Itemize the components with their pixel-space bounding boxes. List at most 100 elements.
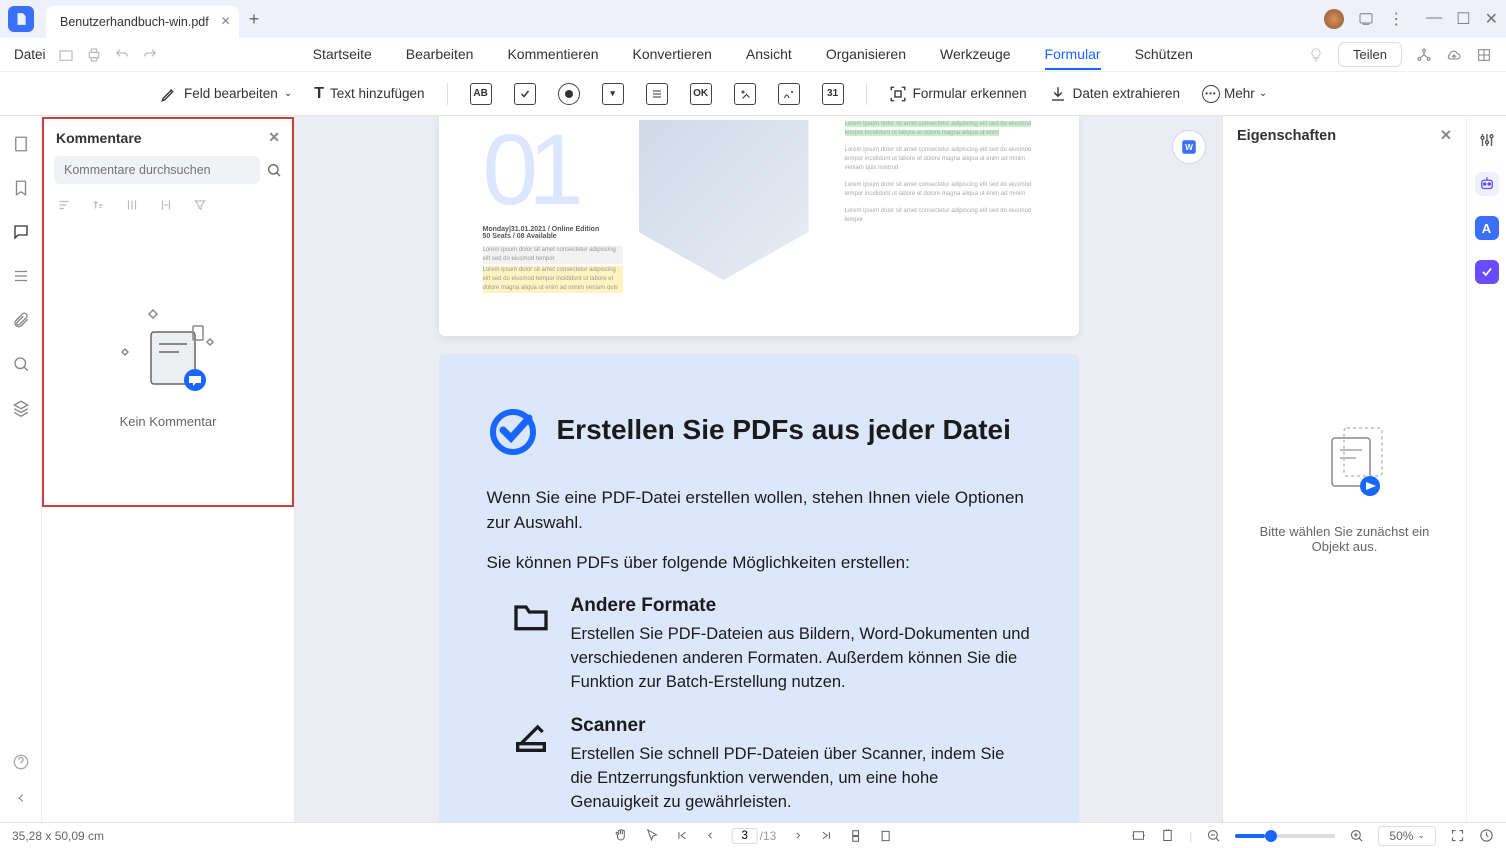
file-menu[interactable]: Datei [14,47,46,62]
open-icon[interactable] [58,47,74,63]
folder-icon [511,597,551,637]
menu-bar: Datei Startseite Bearbeiten Kommentieren… [0,38,1506,72]
ai-robot-icon[interactable] [1475,172,1499,196]
no-comments-text: Kein Kommentar [120,414,217,429]
textfield-tool-icon[interactable]: AB [470,83,492,105]
print-icon[interactable] [86,47,102,63]
minimize-icon[interactable]: — [1426,9,1442,29]
user-avatar[interactable] [1324,9,1344,29]
main-menu: Startseite Bearbeiten Kommentieren Konve… [313,40,1193,70]
button-tool-icon[interactable]: OK [690,83,712,105]
properties-empty-illustration [1300,424,1390,504]
recognize-form-tool[interactable]: Formular erkennen [889,85,1027,103]
maximize-icon[interactable]: ☐ [1456,9,1470,29]
menu-konvertieren[interactable]: Konvertieren [633,40,712,70]
zoom-level-dropdown[interactable]: 50% ⌄ [1378,826,1436,846]
grid-icon[interactable] [1476,47,1492,63]
kebab-menu-icon[interactable]: ⋮ [1388,9,1404,29]
signature-tool-icon[interactable] [778,83,800,105]
close-panel-icon[interactable]: ✕ [268,129,280,146]
read-mode-icon[interactable] [1479,828,1494,843]
hand-tool-icon[interactable] [614,828,629,843]
menu-startseite[interactable]: Startseite [313,40,372,70]
add-tab-button[interactable]: + [249,9,260,30]
tab-title: Benutzerhandbuch-win.pdf [60,15,209,29]
zoom-out-icon[interactable] [1206,828,1221,843]
menu-organisieren[interactable]: Organisieren [826,40,906,70]
filter-icon[interactable] [192,198,208,212]
hint-bulb-icon[interactable] [1308,47,1324,63]
close-window-icon[interactable]: ✕ [1485,9,1498,29]
item2-text: Erstellen Sie schnell PDF-Dateien über S… [571,743,1031,815]
last-page-icon[interactable] [819,829,832,842]
more-tools[interactable]: ••• Mehr ⌄ [1202,85,1267,103]
zoom-slider[interactable] [1235,834,1335,838]
comments-toolbar [44,184,292,226]
sliders-icon[interactable] [1475,128,1499,152]
help-icon[interactable] [11,752,31,772]
sort-asc-icon[interactable] [90,198,106,212]
layers-icon[interactable] [11,266,31,286]
dropdown-tool-icon[interactable]: ▾ [602,83,624,105]
expand-all-icon[interactable] [124,198,140,212]
left-sidebar-rail [0,116,42,822]
more-label: Mehr [1224,86,1255,101]
zoom-in-icon[interactable] [1349,828,1364,843]
translate-icon[interactable]: A [1475,216,1499,240]
menu-kommentieren[interactable]: Kommentieren [507,40,598,70]
redo-icon[interactable] [142,47,158,63]
document-tab[interactable]: Benutzerhandbuch-win.pdf ✕ [46,6,239,38]
close-tab-icon[interactable]: ✕ [221,14,231,28]
undo-icon[interactable] [114,47,130,63]
page-number-input[interactable] [732,828,758,844]
comments-icon[interactable] [11,222,31,242]
menu-schuetzen[interactable]: Schützen [1135,40,1193,70]
first-page-icon[interactable] [676,829,689,842]
collapse-all-icon[interactable] [158,198,174,212]
checkbox-tool-icon[interactable] [514,83,536,105]
collapse-left-icon[interactable] [11,788,31,808]
fullscreen-icon[interactable] [1450,828,1465,843]
formular-toolbar: Feld bearbeiten ⌄ T Text hinzufügen AB ▾… [0,72,1506,116]
notification-icon[interactable] [1358,11,1374,27]
sort-icon[interactable] [56,198,72,212]
page-top-bignum: 01 [483,120,623,220]
share-button[interactable]: Teilen [1338,42,1402,67]
menu-formular[interactable]: Formular [1045,40,1101,70]
thumbnails-icon[interactable] [11,134,31,154]
menu-ansicht[interactable]: Ansicht [746,40,792,70]
attachments-icon[interactable] [11,310,31,330]
search-icon[interactable] [11,354,31,374]
comments-search-input[interactable] [54,156,260,184]
prev-page-icon[interactable] [705,830,716,841]
empty-comments-illustration [113,302,223,402]
single-page-icon[interactable] [878,829,892,843]
sitemap-icon[interactable] [1416,47,1432,63]
item1-text: Erstellen Sie PDF-Dateien aus Bildern, W… [571,623,1031,695]
date-tool-icon[interactable]: 31 [822,83,844,105]
continuous-view-icon[interactable] [848,829,862,843]
page-total: /13 [760,829,777,843]
select-tool-icon[interactable] [645,828,660,843]
menu-werkzeuge[interactable]: Werkzeuge [940,40,1011,70]
next-page-icon[interactable] [792,830,803,841]
listbox-tool-icon[interactable] [646,83,668,105]
bookmarks-icon[interactable] [11,178,31,198]
search-icon[interactable] [266,162,282,178]
fit-page-icon[interactable] [1160,828,1175,843]
more-dots-icon: ••• [1202,85,1220,103]
add-text-tool[interactable]: T Text hinzufügen [314,85,424,103]
fit-width-icon[interactable] [1131,828,1146,843]
chevron-down-icon: ⌄ [1259,88,1267,99]
stack-icon[interactable] [11,398,31,418]
cloud-upload-icon[interactable] [1446,47,1462,63]
edit-field-tool[interactable]: Feld bearbeiten ⌄ [160,85,292,103]
extract-data-tool[interactable]: Daten extrahieren [1049,85,1180,103]
image-tool-icon[interactable] [734,83,756,105]
extract-data-label: Daten extrahieren [1073,86,1180,101]
close-properties-icon[interactable]: ✕ [1440,128,1452,144]
radio-tool-icon[interactable] [558,83,580,105]
menu-bearbeiten[interactable]: Bearbeiten [406,40,474,70]
document-viewport[interactable]: W 01 Monday|31.01.2021 / Online Edition … [295,116,1222,822]
checkmark-badge-icon[interactable] [1475,260,1499,284]
